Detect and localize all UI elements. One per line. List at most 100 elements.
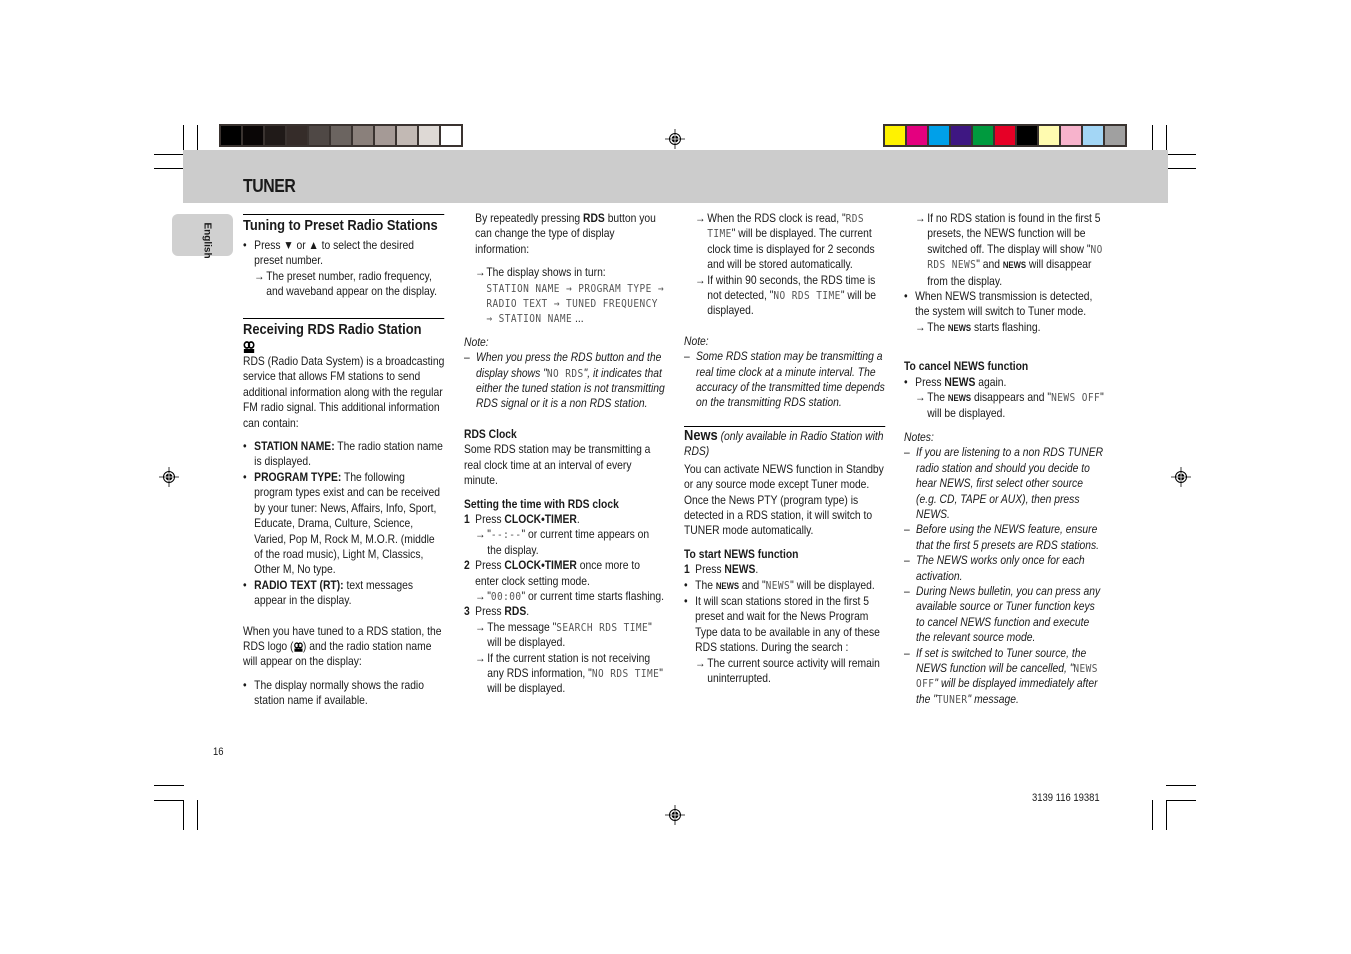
text: The [927, 390, 948, 405]
news-heading: News (only available in Radio Station wi… [684, 425, 886, 460]
dash-icon: – [904, 645, 910, 660]
desc-program-type: The following program types exist and ca… [254, 469, 441, 577]
color-swatch [331, 126, 351, 145]
section-title-rds: Receiving RDS Radio Station [243, 317, 445, 339]
term-program-type: PROGRAM TYPE: [254, 469, 342, 484]
text: " message. [967, 691, 1019, 706]
color-swatch [419, 126, 439, 145]
text: Press [475, 604, 505, 619]
bullet-icon: • [684, 577, 688, 592]
crop-mark [1152, 125, 1153, 150]
arrow-icon: → [254, 268, 265, 283]
step-number: 1 [464, 511, 470, 526]
header-band [183, 150, 1168, 203]
step-number: 1 [684, 562, 690, 577]
news-indicator: NEWS [1002, 260, 1027, 271]
page-number: 16 [213, 746, 224, 758]
bullet-icon: • [243, 677, 247, 692]
color-swatch [885, 126, 905, 145]
section-title-news: News [684, 426, 718, 444]
dash-icon: – [904, 445, 910, 460]
crop-mark [1166, 800, 1167, 830]
arrow-icon: → [695, 211, 706, 225]
color-swatch [1017, 126, 1037, 145]
news-indicator: NEWS [715, 580, 740, 591]
page-title: TUNER [243, 176, 296, 196]
arrow-icon: → [695, 655, 706, 670]
column-1: Tuning to Preset Radio Stations • Press ▼… [243, 214, 445, 709]
color-swatch [353, 126, 373, 145]
color-swatch [441, 126, 461, 145]
key-news: NEWS [944, 374, 976, 389]
text: The message " [487, 619, 557, 634]
scan-text: It will scan stations stored in the firs… [695, 593, 880, 655]
color-swatch [907, 126, 927, 145]
step-number: 2 [464, 558, 470, 573]
text: . [526, 604, 530, 619]
crop-mark [183, 125, 184, 150]
text: If set is switched to Tuner source, the … [916, 645, 1087, 675]
lcd-text: NO RDS TIME [591, 666, 660, 680]
text: " will be displayed. The current clock t… [707, 226, 875, 272]
registration-target-icon [1171, 467, 1191, 487]
grayscale-calibration-bar [219, 124, 463, 147]
column-4: → If no RDS station is found in the first… [904, 211, 1106, 707]
text: disappears and " [971, 390, 1052, 405]
registration-target-icon [665, 129, 685, 149]
color-swatch [221, 126, 241, 145]
language-tab-label: English [201, 222, 213, 259]
term-station-name: STATION NAME: [254, 439, 335, 454]
subheading-cancel-news: To cancel NEWS function [904, 359, 1029, 374]
arrow-icon: → [695, 272, 706, 287]
crop-mark [154, 154, 184, 155]
column-3: → When the RDS clock is read, "RDS TIME" … [684, 211, 886, 686]
crop-mark [197, 800, 198, 830]
text: again. [975, 374, 1007, 389]
bullet-icon: • [904, 374, 908, 389]
crop-mark [1166, 800, 1196, 801]
color-swatch [397, 126, 417, 145]
key-news: NEWS [724, 562, 756, 577]
rds-logo-icon [243, 341, 255, 353]
note-item: If you are listening to a non RDS TUNER … [916, 445, 1104, 521]
lcd-text: NEWS [765, 578, 791, 592]
color-swatch [929, 126, 949, 145]
text: starts flashing. [971, 319, 1041, 334]
text: Press [695, 562, 725, 577]
arrow-icon: → [915, 390, 926, 405]
bullet-icon: • [684, 593, 688, 608]
text: The [927, 319, 948, 334]
key-rds: RDS [583, 211, 605, 225]
arrow-icon: → [475, 650, 486, 665]
color-swatch [995, 126, 1015, 145]
news-indicator: NEWS [947, 322, 972, 333]
registration-target-icon [665, 805, 685, 825]
rds-logo-icon [293, 642, 303, 652]
text: The [695, 577, 716, 592]
preset-result: The preset number, radio frequency, and … [266, 268, 438, 299]
note-item: The NEWS works only once for each activa… [916, 553, 1085, 583]
column-2: By repeatedly pressing RDS button you ca… [464, 211, 666, 697]
arrow-icon: → [915, 319, 926, 334]
color-swatch [375, 126, 395, 145]
tuned-paragraph: When you have tuned to a RDS station, th… [243, 624, 445, 670]
crop-mark [1166, 168, 1196, 169]
color-swatch [973, 126, 993, 145]
dash-icon: – [904, 583, 910, 598]
text: When the RDS clock is read, " [707, 211, 846, 225]
rds-clock-text: Some RDS station may be transmitting a r… [464, 442, 651, 488]
crop-mark [1166, 154, 1196, 155]
search-result: The current source activity will remain … [707, 655, 880, 685]
document-code: 3139 116 19381 [1032, 792, 1100, 804]
dash-icon: – [904, 553, 910, 568]
subheading-start-news: To start NEWS function [684, 546, 799, 561]
crop-mark [197, 125, 198, 150]
arrow-icon: → [475, 265, 486, 280]
color-swatch [1039, 126, 1059, 145]
crop-mark [154, 168, 184, 169]
display-normal: The display normally shows the radio sta… [254, 677, 424, 708]
key-clock-timer: CLOCK•TIMER [504, 558, 577, 573]
key-rds: RDS [504, 604, 527, 619]
bullet-icon: • [243, 439, 247, 454]
step-number: 3 [464, 604, 470, 619]
